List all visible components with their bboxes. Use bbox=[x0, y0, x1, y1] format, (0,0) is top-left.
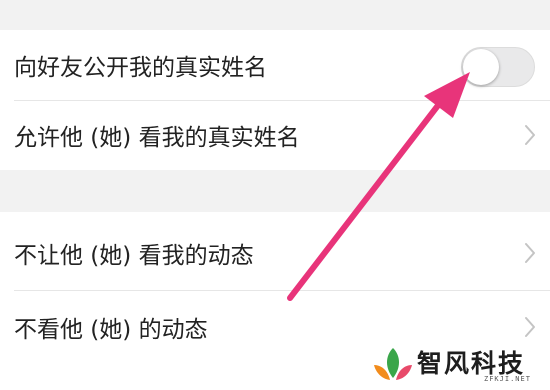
real-name-toggle[interactable] bbox=[461, 47, 535, 87]
chevron-right-icon bbox=[525, 317, 535, 337]
row-public-real-name[interactable]: 向好友公开我的真实姓名 bbox=[0, 30, 550, 100]
chevron-right-icon bbox=[525, 125, 535, 145]
row-allow-view-real-name[interactable]: 允许他 (她) 看我的真实姓名 bbox=[0, 100, 550, 170]
watermark-subtitle: ZFKJI.NET bbox=[484, 375, 531, 383]
leaf-logo-icon bbox=[374, 348, 412, 380]
toggle-knob bbox=[463, 49, 499, 85]
row-label-public-real-name: 向好友公开我的真实姓名 bbox=[14, 55, 267, 81]
row-label-allow-view-real-name: 允许他 (她) 看我的真实姓名 bbox=[14, 125, 300, 151]
divider bbox=[14, 290, 550, 291]
chevron-right-icon bbox=[525, 243, 535, 263]
settings-group-name: 向好友公开我的真实姓名 允许他 (她) 看我的真实姓名 bbox=[0, 30, 550, 170]
watermark: 智风科技 ZFKJI.NET bbox=[372, 344, 542, 386]
settings-screen: 向好友公开我的真实姓名 允许他 (她) 看我的真实姓名 不让他 (她) 看我的动… bbox=[0, 0, 550, 390]
row-label-hide-my-moments: 不让他 (她) 看我的动态 bbox=[14, 243, 254, 269]
row-hide-my-moments[interactable]: 不让他 (她) 看我的动态 bbox=[0, 218, 550, 288]
row-label-hide-their-moments: 不看他 (她) 的动态 bbox=[14, 317, 208, 343]
